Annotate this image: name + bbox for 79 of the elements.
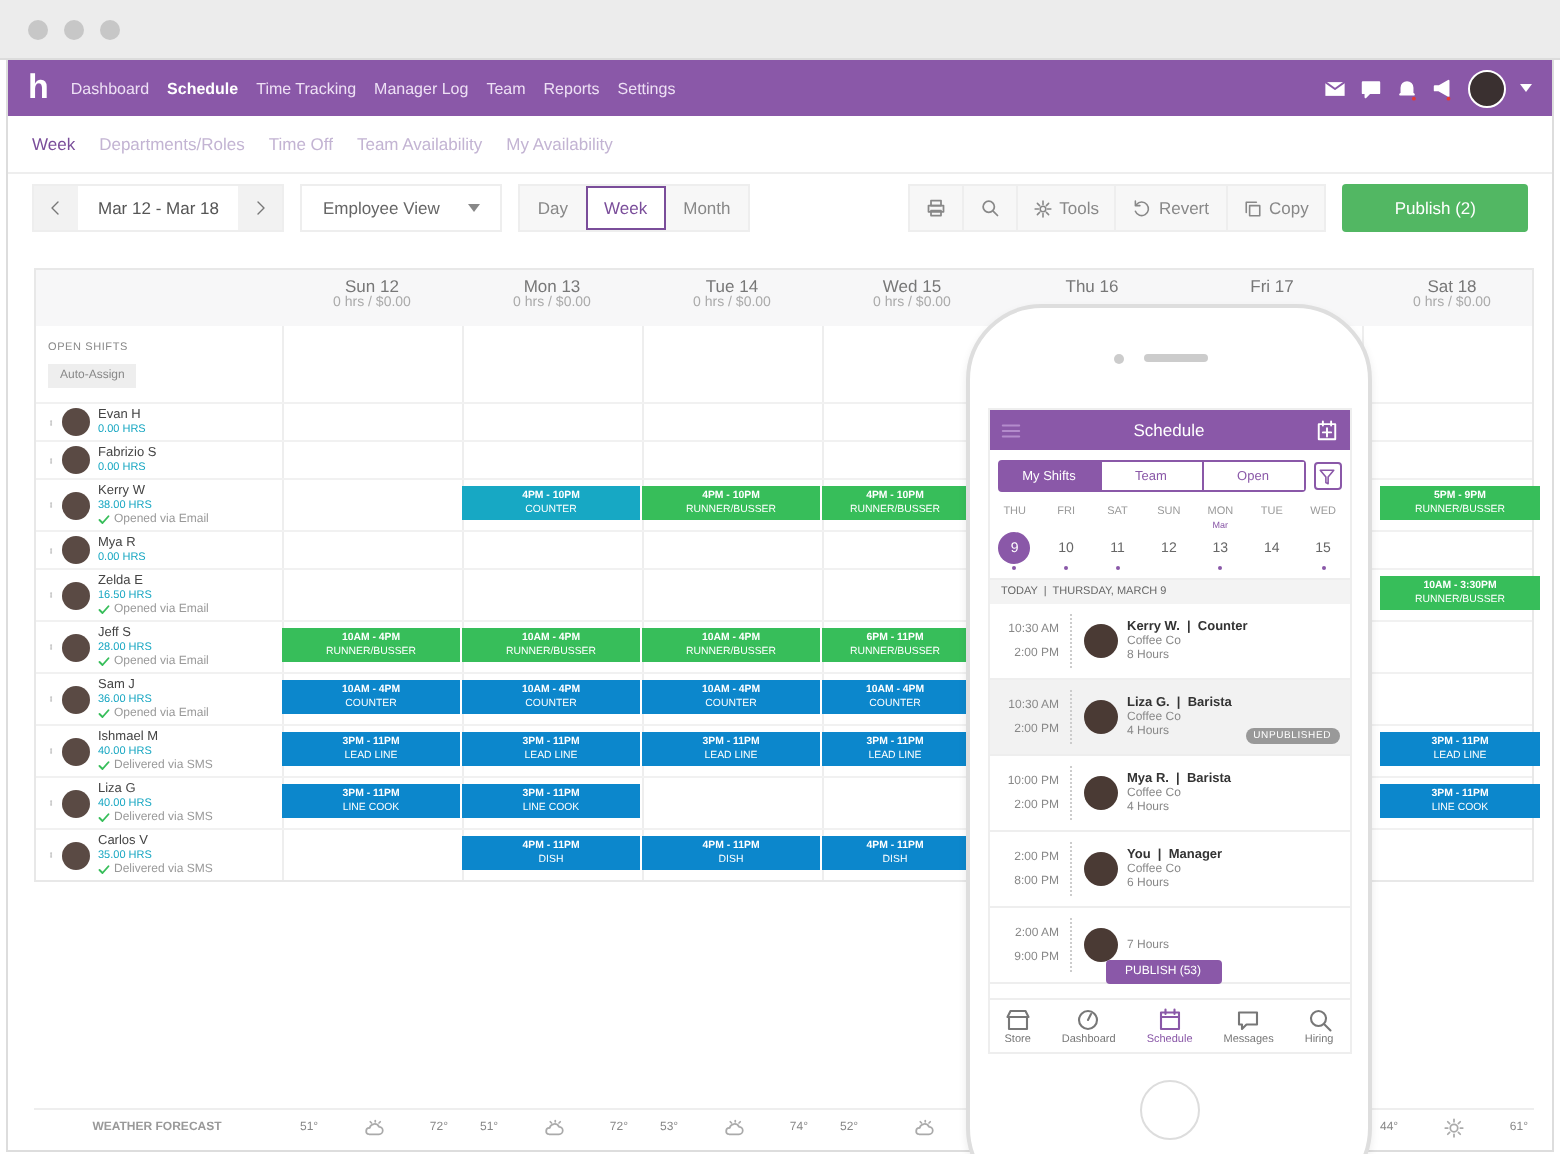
user-avatar[interactable] — [1468, 69, 1506, 107]
avatar — [62, 491, 90, 519]
check-icon — [98, 514, 110, 526]
avatar — [1083, 700, 1117, 734]
avatar — [62, 581, 90, 609]
filter-icon — [1318, 467, 1336, 485]
cloud-sun-icon — [722, 1118, 746, 1138]
print-icon — [925, 198, 946, 218]
day-heading: Thu 16 — [1065, 276, 1119, 296]
nav-link[interactable]: Reports — [543, 79, 600, 97]
cloud-sun-icon — [542, 1118, 566, 1138]
range-tab[interactable]: Month — [665, 186, 749, 230]
check-icon — [98, 604, 110, 616]
chat-icon — [1360, 77, 1382, 99]
publish-button[interactable]: Publish (2) — [1342, 184, 1528, 232]
nav-link[interactable]: Schedule — [167, 79, 239, 97]
day-heading: Sun 12 — [345, 276, 399, 296]
avatar — [1083, 776, 1117, 810]
caret-icon[interactable] — [1520, 84, 1532, 92]
undo-icon — [1132, 199, 1151, 217]
avatar — [62, 685, 90, 713]
nav-link[interactable]: Dashboard — [70, 79, 150, 97]
nav-link[interactable]: Settings — [617, 79, 676, 97]
day-heading: Fri 17 — [1250, 276, 1294, 296]
chat-icon — [1236, 1007, 1261, 1031]
range-tab[interactable]: Week — [586, 186, 666, 230]
settings-icon — [1033, 199, 1052, 217]
check-icon — [98, 760, 110, 772]
avatar — [62, 536, 90, 564]
avatar — [1083, 624, 1117, 658]
megaphone-icon — [1432, 75, 1454, 101]
nav-link[interactable]: Manager Log — [374, 79, 469, 97]
previous-week-button[interactable] — [34, 186, 78, 230]
copy-icon — [1243, 199, 1262, 217]
next-week-button[interactable] — [238, 186, 283, 230]
tool-button[interactable]: Copy — [1225, 186, 1325, 230]
nav-link[interactable]: Team — [486, 79, 526, 97]
avatar — [62, 789, 90, 817]
home-button[interactable] — [1139, 1080, 1199, 1140]
avatar — [1083, 852, 1117, 886]
app-title: Schedule — [1133, 420, 1205, 440]
gauge-icon — [1076, 1007, 1101, 1031]
chevron-left-icon — [48, 200, 64, 216]
search-icon — [979, 198, 1000, 218]
tool-button[interactable]: Revert — [1114, 186, 1226, 230]
check-icon — [98, 708, 110, 720]
cloud-sun-icon — [362, 1118, 386, 1138]
cloud-sun-icon — [911, 1118, 936, 1138]
date-range: Mar 12 - Mar 18 — [78, 186, 239, 230]
avatar — [1083, 928, 1117, 962]
avatar — [62, 737, 90, 765]
logo[interactable]: h — [28, 68, 49, 108]
day-heading: Mon 13 — [523, 276, 581, 296]
calendar-add-icon — [1316, 419, 1339, 441]
day-heading: Sat 18 — [1427, 276, 1477, 296]
avatar — [62, 633, 90, 661]
tool-button[interactable]: Tools — [1015, 186, 1115, 230]
check-icon — [98, 864, 110, 876]
avatar — [62, 446, 90, 474]
filter-button[interactable] — [1313, 462, 1341, 490]
check-icon — [98, 656, 110, 668]
range-tab[interactable]: Day — [519, 186, 587, 230]
bell-icon — [1396, 75, 1418, 101]
check-icon — [98, 812, 110, 824]
storefront-icon — [1005, 1007, 1030, 1031]
avatar — [62, 841, 90, 869]
avatar — [62, 408, 90, 436]
day-heading: Tue 14 — [705, 276, 759, 296]
calendar-icon — [1157, 1007, 1182, 1031]
view-dropdown[interactable]: Employee View — [300, 184, 502, 232]
nav-link[interactable]: Time Tracking — [256, 79, 357, 97]
day-heading: Wed 15 — [882, 276, 942, 296]
sub-tab[interactable]: Week — [32, 134, 76, 154]
sun-icon — [1444, 1118, 1464, 1138]
chevron-right-icon — [252, 200, 269, 216]
sub-tab[interactable]: Team Availability — [356, 134, 483, 154]
menu-icon — [999, 419, 1021, 441]
envelope-icon — [1324, 77, 1346, 99]
magnifier-icon — [1307, 1007, 1332, 1031]
